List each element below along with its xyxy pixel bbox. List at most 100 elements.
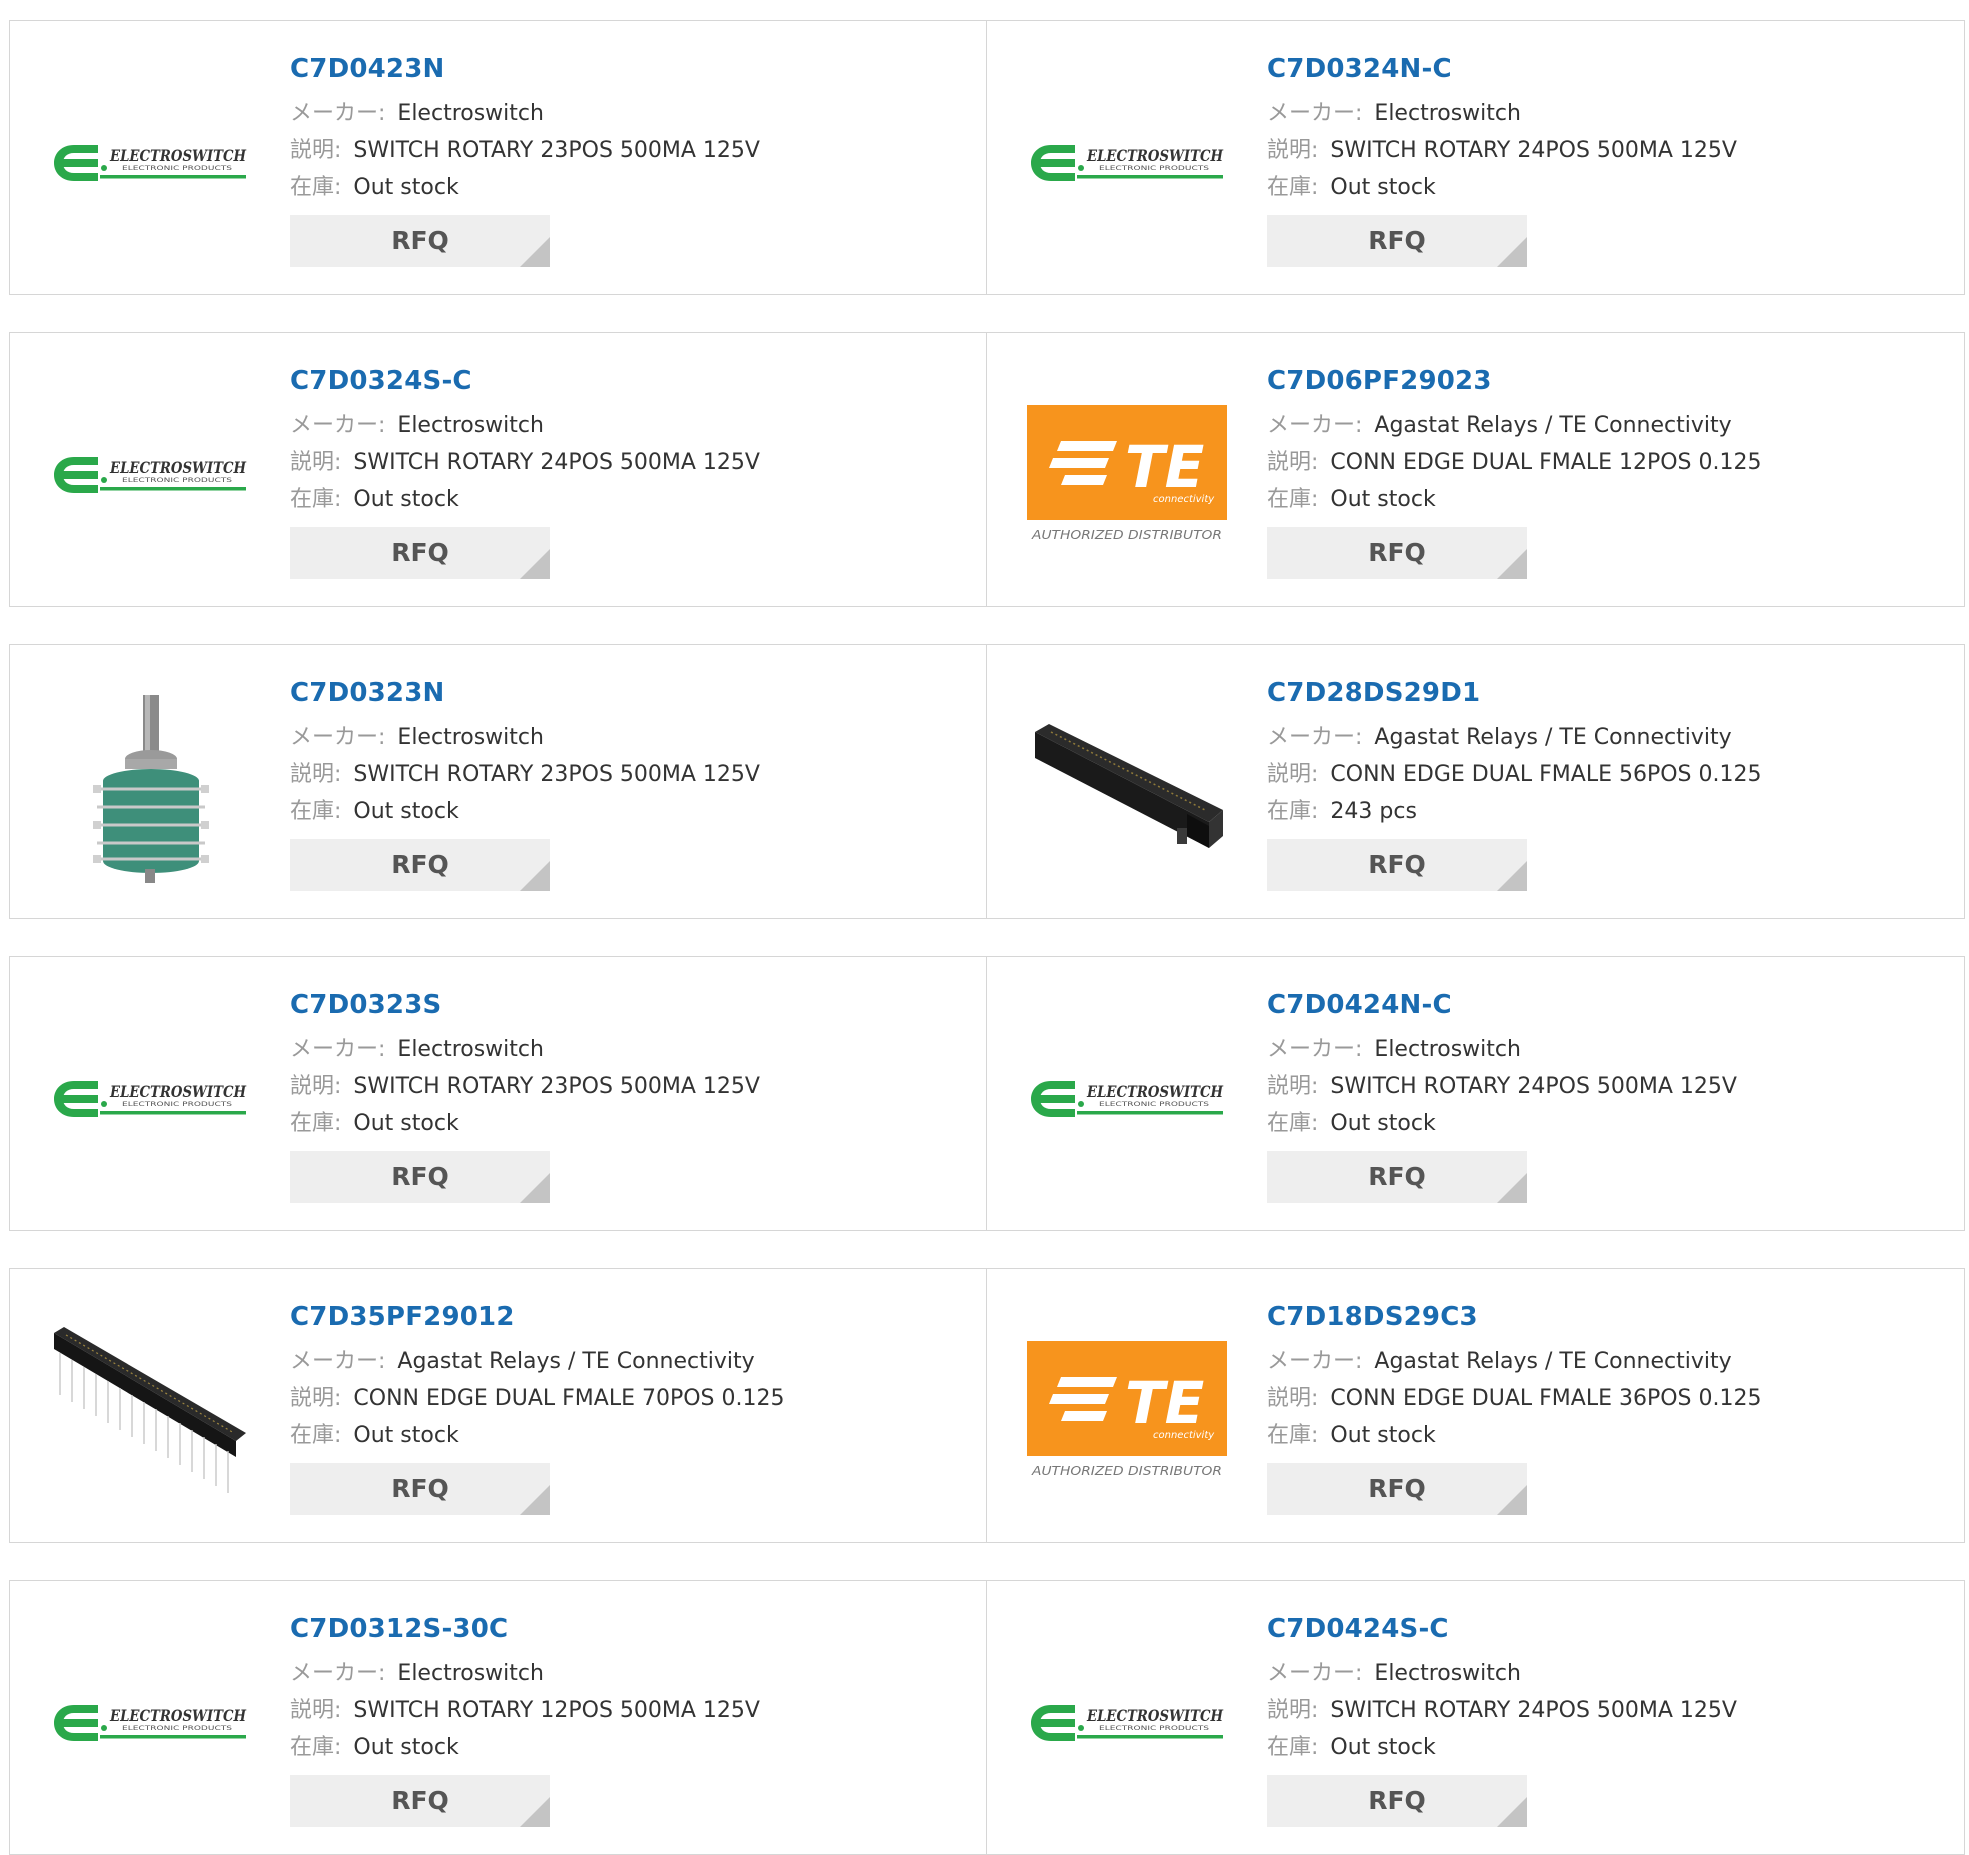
rfq-button[interactable]: RFQ	[290, 1151, 550, 1203]
product-info: C7D35PF29012 メーカー: Agastat Relays / TE Co…	[290, 1297, 976, 1515]
maker-value: Electroswitch	[397, 1661, 544, 1686]
te-logo: TE connectivity AUTHORIZED DISTRIBUTOR	[1027, 405, 1227, 542]
description-label: 説明:	[1267, 1386, 1319, 1411]
stock-value: Out stock	[1330, 1423, 1436, 1448]
te-mark: TE	[1125, 433, 1204, 501]
product-image[interactable]: ELECTROSWITCH ELECTRONIC PRODUCTS	[48, 1625, 252, 1821]
part-number-link[interactable]: C7D06PF29023	[1267, 361, 1954, 401]
description-value: CONN EDGE DUAL FMALE 36POS 0.125	[1330, 1386, 1762, 1411]
te-logo: TE connectivity AUTHORIZED DISTRIBUTOR	[1027, 1341, 1227, 1478]
product-image[interactable]: ELECTROSWITCH ELECTRONIC PRODUCTS	[1025, 1625, 1229, 1821]
description-value: SWITCH ROTARY 23POS 500MA 125V	[353, 1074, 760, 1099]
stock-row: 在庫: Out stock	[1267, 481, 1954, 518]
description-row: 説明: SWITCH ROTARY 23POS 500MA 125V	[290, 132, 976, 169]
stock-row: 在庫: Out stock	[290, 793, 976, 830]
rfq-button[interactable]: RFQ	[1267, 1151, 1527, 1203]
rfq-button[interactable]: RFQ	[1267, 1463, 1527, 1515]
rfq-button[interactable]: RFQ	[1267, 839, 1527, 891]
description-value: CONN EDGE DUAL FMALE 56POS 0.125	[1330, 762, 1762, 787]
description-label: 説明:	[290, 1386, 342, 1411]
rfq-button[interactable]: RFQ	[1267, 527, 1527, 579]
rfq-button[interactable]: RFQ	[290, 527, 550, 579]
product-card: ELECTROSWITCH ELECTRONIC PRODUCTS C7D032…	[9, 956, 987, 1231]
electroswitch-name: ELECTROSWITCH	[1086, 146, 1224, 165]
product-info: C7D0324N-C メーカー: Electroswitch 説明: SWITCH …	[1267, 49, 1954, 267]
part-number-link[interactable]: C7D0312S-30C	[290, 1609, 976, 1649]
maker-label: メーカー:	[290, 725, 386, 750]
stock-row: 在庫: Out stock	[1267, 1105, 1954, 1142]
rfq-label: RFQ	[1368, 1786, 1426, 1815]
rfq-button[interactable]: RFQ	[1267, 215, 1527, 267]
description-row: 説明: CONN EDGE DUAL FMALE 56POS 0.125	[1267, 756, 1954, 793]
part-number-link[interactable]: C7D0323N	[290, 673, 976, 713]
maker-label: メーカー:	[1267, 1661, 1363, 1686]
stock-value: Out stock	[1330, 175, 1436, 200]
product-image[interactable]: ELECTROSWITCH ELECTRONIC PRODUCTS	[48, 377, 252, 573]
product-image[interactable]: ELECTROSWITCH ELECTRONIC PRODUCTS	[1025, 1001, 1229, 1197]
product-card: C7D0323N メーカー: Electroswitch 説明: SWITCH RO…	[9, 644, 987, 919]
product-image[interactable]: ELECTROSWITCH ELECTRONIC PRODUCTS	[1025, 65, 1229, 261]
maker-row: メーカー: Electroswitch	[290, 407, 976, 444]
description-row: 説明: SWITCH ROTARY 24POS 500MA 125V	[1267, 1692, 1954, 1729]
electroswitch-sub: ELECTRONIC PRODUCTS	[122, 1724, 232, 1732]
part-number-link[interactable]: C7D0323S	[290, 985, 976, 1025]
rfq-button[interactable]: RFQ	[290, 1775, 550, 1827]
stock-row: 在庫: Out stock	[290, 1729, 976, 1766]
stock-label: 在庫:	[1267, 175, 1319, 200]
rfq-label: RFQ	[391, 1474, 449, 1503]
description-row: 説明: SWITCH ROTARY 23POS 500MA 125V	[290, 1068, 976, 1105]
stock-label: 在庫:	[1267, 1735, 1319, 1760]
stock-row: 在庫: Out stock	[1267, 1729, 1954, 1766]
part-number-link[interactable]: C7D28DS29D1	[1267, 673, 1954, 713]
stock-label: 在庫:	[290, 1111, 342, 1136]
description-label: 説明:	[290, 138, 342, 163]
product-card: ELECTROSWITCH ELECTRONIC PRODUCTS C7D042…	[987, 1580, 1965, 1855]
maker-value: Electroswitch	[397, 1037, 544, 1062]
maker-row: メーカー: Electroswitch	[1267, 95, 1954, 132]
stock-value: Out stock	[353, 1735, 459, 1760]
part-number-link[interactable]: C7D0324N-C	[1267, 49, 1954, 89]
maker-row: メーカー: Electroswitch	[290, 719, 976, 756]
electroswitch-sub: ELECTRONIC PRODUCTS	[122, 1100, 232, 1108]
rfq-button[interactable]: RFQ	[290, 215, 550, 267]
product-image[interactable]: TE connectivity AUTHORIZED DISTRIBUTOR	[1025, 377, 1229, 573]
product-image[interactable]	[48, 1313, 252, 1509]
part-number-link[interactable]: C7D0424N-C	[1267, 985, 1954, 1025]
maker-label: メーカー:	[1267, 1037, 1363, 1062]
product-card: ELECTROSWITCH ELECTRONIC PRODUCTS C7D032…	[987, 20, 1965, 295]
part-number-link[interactable]: C7D0424S-C	[1267, 1609, 1954, 1649]
part-number-link[interactable]: C7D0324S-C	[290, 361, 976, 401]
description-row: 説明: SWITCH ROTARY 24POS 500MA 125V	[1267, 1068, 1954, 1105]
description-value: SWITCH ROTARY 23POS 500MA 125V	[353, 138, 760, 163]
stock-value: Out stock	[353, 799, 459, 824]
description-row: 説明: CONN EDGE DUAL FMALE 12POS 0.125	[1267, 444, 1954, 481]
description-row: 説明: CONN EDGE DUAL FMALE 70POS 0.125	[290, 1380, 976, 1417]
electroswitch-name: ELECTROSWITCH	[109, 1082, 247, 1101]
stock-row: 在庫: Out stock	[1267, 169, 1954, 206]
stock-label: 在庫:	[290, 1423, 342, 1448]
maker-label: メーカー:	[290, 1349, 386, 1374]
product-info: C7D0323S メーカー: Electroswitch 説明: SWITCH RO…	[290, 985, 976, 1203]
rfq-button[interactable]: RFQ	[290, 1463, 550, 1515]
maker-label: メーカー:	[290, 1037, 386, 1062]
stock-row: 在庫: Out stock	[1267, 1417, 1954, 1454]
product-image[interactable]: ELECTROSWITCH ELECTRONIC PRODUCTS	[48, 65, 252, 261]
rfq-button[interactable]: RFQ	[1267, 1775, 1527, 1827]
product-image[interactable]	[1025, 689, 1229, 885]
corner-triangle-icon	[1497, 1797, 1527, 1827]
product-image[interactable]	[48, 689, 252, 885]
description-value: CONN EDGE DUAL FMALE 12POS 0.125	[1330, 450, 1762, 475]
part-number-link[interactable]: C7D18DS29C3	[1267, 1297, 1954, 1337]
part-number-link[interactable]: C7D35PF29012	[290, 1297, 976, 1337]
rfq-button[interactable]: RFQ	[290, 839, 550, 891]
corner-triangle-icon	[520, 1797, 550, 1827]
part-number-link[interactable]: C7D0423N	[290, 49, 976, 89]
maker-label: メーカー:	[290, 1661, 386, 1686]
product-image[interactable]: ELECTROSWITCH ELECTRONIC PRODUCTS	[48, 1001, 252, 1197]
corner-triangle-icon	[1497, 1485, 1527, 1515]
maker-value: Agastat Relays / TE Connectivity	[1374, 413, 1732, 438]
product-image[interactable]: TE connectivity AUTHORIZED DISTRIBUTOR	[1025, 1313, 1229, 1509]
stock-value: Out stock	[1330, 1111, 1436, 1136]
product-info: C7D0324S-C メーカー: Electroswitch 説明: SWITCH …	[290, 361, 976, 579]
stock-value: Out stock	[1330, 1735, 1436, 1760]
